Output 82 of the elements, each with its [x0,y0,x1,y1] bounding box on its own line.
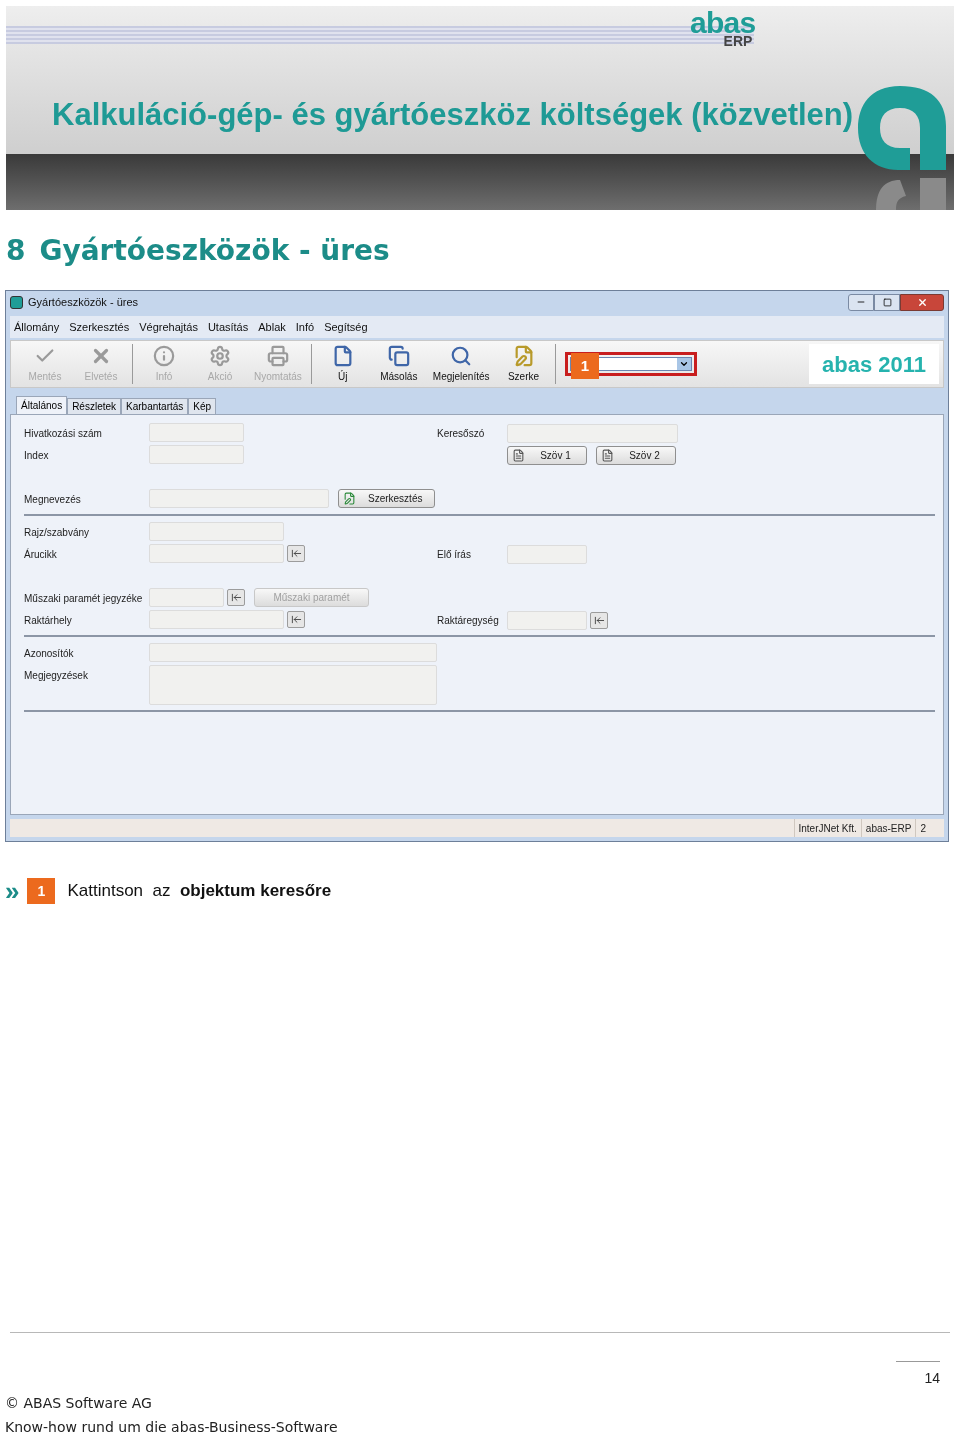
copyright-text: © ABAS Software AG [5,1394,153,1413]
lookup-icon [290,614,302,625]
menu-item[interactable]: Infó [295,318,315,336]
document-icon [512,448,525,462]
lookup-icon [290,548,302,559]
field-label: Műszaki paramét jegyzéke [24,591,143,606]
maximize-icon [882,297,892,307]
tab[interactable]: Kép [188,398,217,414]
input-field[interactable] [149,423,244,442]
menu-item[interactable]: Szerkesztés [69,318,130,336]
printer-icon [266,344,289,367]
section-heading: Gyártóeszközök - üres [39,233,390,269]
lookup-icon [593,614,605,626]
input-field[interactable] [149,489,329,508]
lookup-button[interactable] [287,611,305,628]
input-field[interactable] [149,588,224,607]
lookup-icon [230,592,242,603]
status-text: abas-ERP [860,819,916,837]
form-button[interactable]: Szöv 1 [507,445,587,465]
input-field[interactable] [149,522,284,541]
gear-icon [209,344,231,367]
tab[interactable]: Karbantartás [121,398,189,414]
lookup-button[interactable] [227,589,245,606]
input-field[interactable] [149,665,437,705]
input-field[interactable] [507,423,678,443]
banner-title: Kalkuláció-gép- és gyártóeszköz költségek (közvetlen) [52,97,854,132]
callout-badge: 1 [571,353,599,379]
field-label: Megnevezés [24,492,81,507]
field-label: Megjegyzések [24,668,88,683]
form-button[interactable]: Szerkesztés [338,489,436,508]
toolbar-button[interactable]: Megjelenítés [426,342,496,386]
bullet-marker: » [5,878,20,904]
menu-item[interactable]: Állomány [14,318,60,336]
field-label: Árucikk [24,547,57,562]
input-field[interactable] [149,544,284,563]
input-field[interactable] [149,445,244,464]
brand-label: abas 2011 [822,350,926,379]
toolbar-button[interactable]: Új [314,342,371,386]
toolbar-button[interactable]: Másolás [370,342,427,386]
page-number: 14 [896,1361,940,1389]
copy-icon [387,344,410,367]
field-label: Keresőszó [437,426,485,441]
field-label: Raktárhely [24,613,72,628]
maximize-button[interactable] [874,293,900,311]
field-label: Rajz/szabvány [24,525,90,540]
input-field[interactable] [507,544,587,564]
field-label: Elő írás [437,547,471,562]
tab[interactable]: Részletek [67,398,122,414]
field-label: Index [24,448,49,463]
menu-item[interactable]: Segítség [324,318,368,336]
step-badge: 1 [27,878,56,904]
search-icon [450,344,473,367]
input-field[interactable] [149,610,284,629]
lookup-button[interactable] [590,611,608,629]
menu-item[interactable]: Ablak [258,318,286,336]
field-label: Azonosítók [24,646,74,661]
tagline-text: Know-how rund um die abas-Business-Software [5,1418,339,1436]
info-icon [153,344,175,367]
lookup-button[interactable] [287,545,305,562]
close-button[interactable] [900,293,944,311]
document-icon [601,448,614,462]
toolbar-button[interactable]: Szerke [495,342,552,386]
dropdown-icon [678,359,689,369]
status-text: 2 [915,819,930,837]
field-label: Hivatkozási szám [24,426,102,441]
instruction-text: Kattintson az objektum keresőre [67,880,332,903]
tab[interactable]: Általános [16,396,68,414]
close-icon [916,296,928,308]
minimize-button[interactable] [848,293,874,311]
section-number: 8 [6,233,26,269]
edit-icon [343,492,356,505]
field-label: Raktáregység [437,613,499,628]
app-icon [10,295,23,309]
input-field[interactable] [149,643,437,662]
input-field[interactable] [507,610,587,630]
form-button[interactable]: Szöv 2 [596,445,676,465]
logo-subtext: ERP [723,34,753,48]
menu-item[interactable]: Utasítás [207,318,249,336]
window-title: Gyártóeszközök - üres [28,294,139,310]
object-search-combobox[interactable] [564,352,697,376]
menu-item[interactable]: Végrehajtás [139,318,198,336]
status-text: InterJNet Kft. [793,819,861,837]
